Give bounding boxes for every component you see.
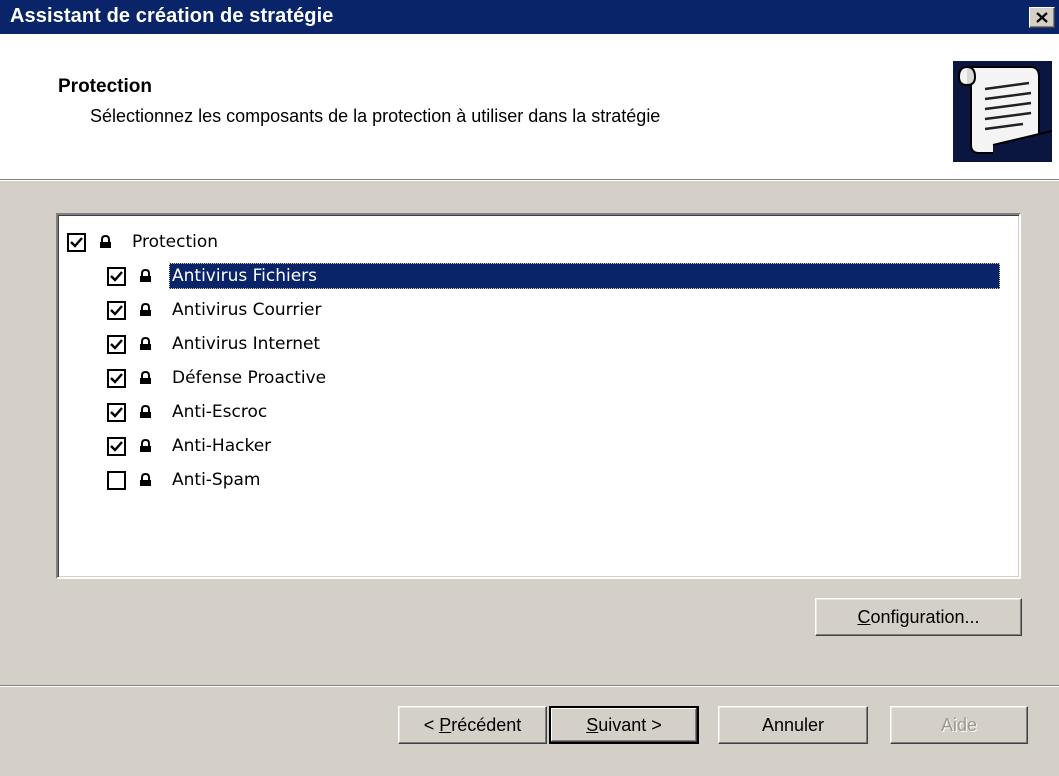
tree-item-antivirus-courrier[interactable]: Antivirus Courrier [107, 295, 325, 325]
tree-item-antivirus-fichiers[interactable]: Antivirus Fichiers [107, 261, 1000, 291]
lock-icon [140, 405, 151, 418]
cancel-button-label: Annuler [761, 714, 825, 735]
checkbox-antivirus-courrier[interactable] [107, 300, 126, 320]
tree-root-label: Protection [132, 232, 219, 252]
checkbox-anti-spam[interactable] [107, 470, 126, 490]
checkbox-protection[interactable] [67, 232, 86, 252]
lock-icon [140, 473, 151, 486]
checkmark-icon [110, 372, 123, 384]
tree-item-anti-hacker[interactable]: Anti-Hacker [107, 431, 274, 461]
tree-item-antivirus-internet[interactable]: Antivirus Internet [107, 329, 323, 359]
checkbox-antivirus-fichiers[interactable] [107, 266, 126, 286]
help-button-label: Aide [940, 714, 978, 735]
next-button-label: Suivant > [586, 714, 662, 735]
tree-item-label: Défense Proactive [172, 368, 327, 388]
checkmark-icon [70, 236, 83, 248]
lock-icon [140, 303, 151, 316]
checkmark-icon [110, 270, 123, 282]
lock-icon [140, 337, 151, 350]
lock-icon [140, 371, 151, 384]
lock-icon [100, 235, 111, 248]
lock-icon [140, 269, 151, 282]
tree-item-anti-spam[interactable]: Anti-Spam [107, 465, 264, 495]
page-subtitle: Sélectionnez les composants de la protec… [90, 106, 661, 126]
tree-item-label: Antivirus Courrier [172, 300, 322, 320]
checkbox-anti-escroc[interactable] [107, 402, 126, 422]
title-bar: Assistant de création de stratégie [0, 0, 1059, 34]
lock-icon [140, 439, 151, 452]
tree-item-label: Antivirus Internet [172, 334, 321, 354]
help-button[interactable]: Aide [890, 706, 1028, 744]
page-title: Protection [58, 76, 152, 97]
checkbox-anti-hacker[interactable] [107, 436, 126, 456]
checkmark-icon [110, 440, 123, 452]
tree-item-label: Antivirus Fichiers [169, 263, 1000, 289]
wizard-header: Protection Sélectionnez les composants d… [0, 34, 1059, 179]
close-button[interactable] [1029, 7, 1055, 28]
window-title: Assistant de création de stratégie [10, 5, 334, 27]
checkbox-antivirus-internet[interactable] [107, 334, 126, 354]
next-button[interactable]: Suivant > [549, 706, 699, 744]
tree-item-label: Anti-Escroc [172, 402, 268, 422]
scroll-document-icon [953, 61, 1052, 162]
tree-item-defense-proactive[interactable]: Défense Proactive [107, 363, 329, 393]
checkmark-icon [110, 406, 123, 418]
tree-root[interactable]: Protection [67, 227, 221, 257]
footer-separator [0, 685, 1059, 687]
configuration-button-label: Configuration... [857, 606, 980, 627]
tree-item-label: Anti-Hacker [172, 436, 272, 456]
checkbox-defense-proactive[interactable] [107, 368, 126, 388]
protection-tree[interactable]: Protection Antivirus Fichiers Antivirus … [56, 213, 1021, 579]
cancel-button[interactable]: Annuler [718, 706, 868, 744]
previous-button[interactable]: < Précédent [398, 706, 547, 744]
close-icon [1036, 12, 1048, 23]
checkmark-icon [110, 304, 123, 316]
tree-item-label: Anti-Spam [172, 470, 261, 490]
configuration-button[interactable]: Configuration... [815, 598, 1022, 636]
tree-item-anti-escroc[interactable]: Anti-Escroc [107, 397, 270, 427]
header-separator [0, 179, 1059, 181]
checkmark-icon [110, 338, 123, 350]
previous-button-label: < Précédent [423, 714, 522, 735]
